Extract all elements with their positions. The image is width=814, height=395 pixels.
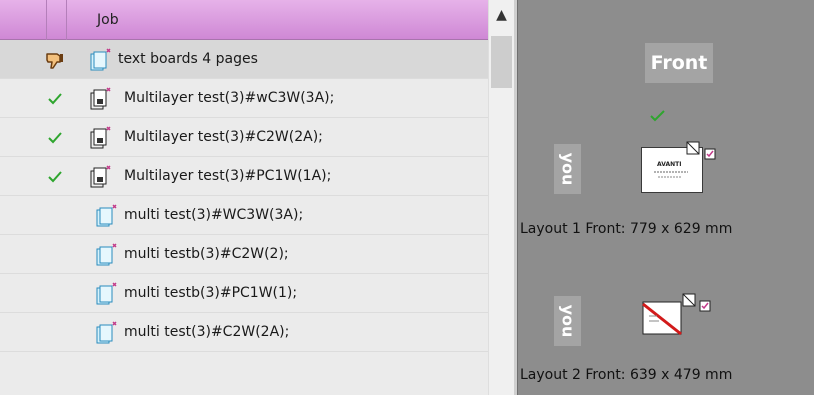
multilayer-job-icon	[90, 87, 111, 110]
job-stack-icon	[90, 48, 111, 71]
approved-check-icon	[650, 110, 665, 122]
check-icon	[48, 93, 62, 105]
multilayer-job-icon	[90, 165, 111, 188]
job-name: multi testb(3)#PC1W(1);	[124, 285, 298, 301]
card-text: AVANTI	[657, 161, 682, 168]
scroll-thumb[interactable]	[491, 36, 512, 88]
job-row[interactable]: multi testb(3)#PC1W(1);	[0, 274, 488, 313]
job-stack-icon	[96, 204, 117, 227]
you-label: you	[554, 144, 581, 194]
header-separator	[46, 0, 47, 40]
job-row[interactable]: multi test(3)#WC3W(3A);	[0, 196, 488, 235]
you-label: you	[554, 296, 581, 346]
job-row[interactable]: Multilayer test(3)#PC1W(1A);	[0, 157, 488, 196]
front-side-label: Front	[645, 43, 713, 83]
job-name: Multilayer test(3)#PC1W(1A);	[124, 168, 332, 184]
layout-preview-panel: Front you AVANTI Layout 1 Front: 779 x 6…	[517, 0, 814, 395]
job-column-label: Job	[97, 12, 119, 28]
note-icon	[686, 141, 700, 155]
job-list-panel: Job text boards 4 pages Multilayer test(…	[0, 0, 514, 395]
job-row[interactable]: multi test(3)#C2W(2A);	[0, 313, 488, 352]
job-stack-icon	[96, 243, 117, 266]
rejected-thumb-icon	[46, 53, 63, 69]
checkbox-icon[interactable]	[699, 300, 711, 312]
header-separator	[66, 0, 67, 40]
card-lines	[654, 171, 688, 178]
scroll-up-icon[interactable]: ▲	[489, 0, 514, 32]
missing-preview-icon[interactable]	[641, 298, 685, 338]
job-row[interactable]: multi testb(3)#C2W(2);	[0, 235, 488, 274]
job-stack-icon	[96, 321, 117, 344]
you-label-text: you	[558, 152, 577, 186]
layout-1-label: Layout 1 Front: 779 x 629 mm	[520, 221, 733, 237]
job-name: Multilayer test(3)#wC3W(3A);	[124, 90, 335, 106]
job-name: multi test(3)#WC3W(3A);	[124, 207, 304, 223]
job-name: multi test(3)#C2W(2A);	[124, 324, 290, 340]
job-name: multi testb(3)#C2W(2);	[124, 246, 289, 262]
layout-2-label: Layout 2 Front: 639 x 479 mm	[520, 367, 733, 383]
job-rows: text boards 4 pages Multilayer test(3)#w…	[0, 40, 488, 395]
check-icon	[48, 132, 62, 144]
note-icon	[682, 293, 696, 307]
job-row[interactable]: text boards 4 pages	[0, 40, 488, 79]
job-column-header[interactable]: Job	[0, 0, 488, 40]
job-name: Multilayer test(3)#C2W(2A);	[124, 129, 323, 145]
job-stack-icon	[96, 282, 117, 305]
job-list-scrollbar[interactable]: ▲	[488, 0, 514, 395]
check-icon	[48, 171, 62, 183]
job-name: text boards 4 pages	[118, 51, 258, 67]
you-label-text: you	[558, 304, 577, 338]
job-row[interactable]: Multilayer test(3)#C2W(2A);	[0, 118, 488, 157]
job-row[interactable]: Multilayer test(3)#wC3W(3A);	[0, 79, 488, 118]
multilayer-job-icon	[90, 126, 111, 149]
checkbox-icon[interactable]	[704, 148, 716, 160]
